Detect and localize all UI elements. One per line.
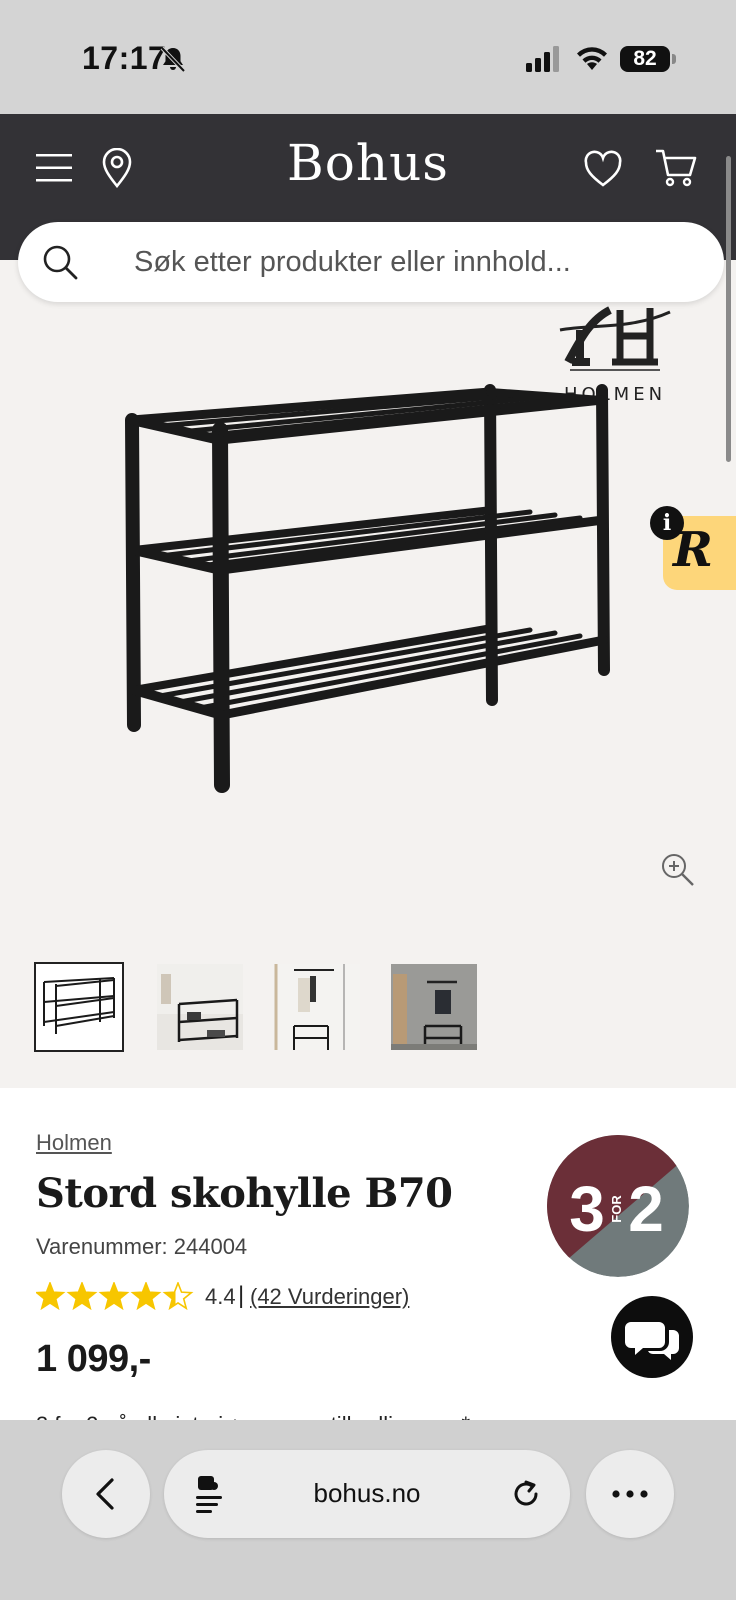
rating-star-4 xyxy=(130,1282,162,1311)
more-options-button[interactable] xyxy=(586,1450,674,1538)
rating-star-3 xyxy=(98,1282,130,1311)
badge-right-number: 2 xyxy=(628,1173,664,1245)
reviews-link[interactable]: (42 Vurderinger) xyxy=(250,1284,409,1310)
product-gallery: HOLMEN R i xyxy=(0,260,736,1088)
address-bar[interactable]: bohus.no xyxy=(164,1450,570,1538)
favorites-heart-icon[interactable] xyxy=(583,150,623,188)
reload-icon[interactable] xyxy=(508,1476,544,1512)
thumbnail-2[interactable] xyxy=(157,964,243,1050)
product-price: 1 099,- xyxy=(36,1338,151,1380)
back-button[interactable] xyxy=(62,1450,150,1538)
info-icon[interactable]: i xyxy=(650,506,684,540)
status-time: 17:17 xyxy=(82,40,167,76)
rating-star-5 xyxy=(162,1282,194,1311)
chat-button[interactable] xyxy=(611,1296,693,1378)
search-bar[interactable] xyxy=(18,222,724,302)
chevron-left-icon xyxy=(96,1478,114,1510)
cellular-signal-icon xyxy=(526,46,559,72)
product-title: Stord skohylle B70 xyxy=(36,1170,453,1217)
rating-star-1 xyxy=(36,1282,66,1311)
status-bar: 17:17 82 xyxy=(0,0,736,114)
3-for-2-promo-badge: 3 FOR 2 xyxy=(547,1135,689,1277)
thumbnail-3[interactable] xyxy=(274,964,360,1050)
screen: 17:17 82 Bohus HOLMEN R i Søk etter prod… xyxy=(0,0,736,1600)
wifi-icon xyxy=(577,47,607,70)
brand-link[interactable]: Holmen xyxy=(36,1130,112,1156)
zoom-in-icon[interactable] xyxy=(660,852,696,888)
bell-muted-icon xyxy=(160,46,186,73)
thumbnail-1[interactable] xyxy=(34,962,124,1052)
badge-for-text: FOR xyxy=(609,1195,624,1223)
chat-bubbles-icon xyxy=(625,1322,679,1360)
site-logo[interactable]: Bohus xyxy=(0,134,736,192)
rating-star-2 xyxy=(66,1282,98,1311)
shopping-cart-icon[interactable] xyxy=(654,148,698,188)
rating-separator: | xyxy=(238,1282,245,1309)
product-sku: Varenummer: 244004 xyxy=(36,1234,248,1259)
product-image-shoe-rack[interactable] xyxy=(110,370,640,800)
battery-tip xyxy=(672,54,676,64)
search-icon xyxy=(43,245,78,280)
more-dots-icon xyxy=(612,1490,648,1498)
scrollbar[interactable] xyxy=(726,156,731,462)
rating-value: 4.4 xyxy=(205,1284,236,1309)
rating-stars[interactable] xyxy=(36,1282,196,1312)
search-input[interactable] xyxy=(134,238,694,286)
battery-level: 82 xyxy=(620,46,670,72)
badge-left-number: 3 xyxy=(569,1173,605,1245)
thumbnail-4[interactable] xyxy=(391,964,477,1050)
browser-toolbar: bohus.no xyxy=(0,1420,736,1600)
